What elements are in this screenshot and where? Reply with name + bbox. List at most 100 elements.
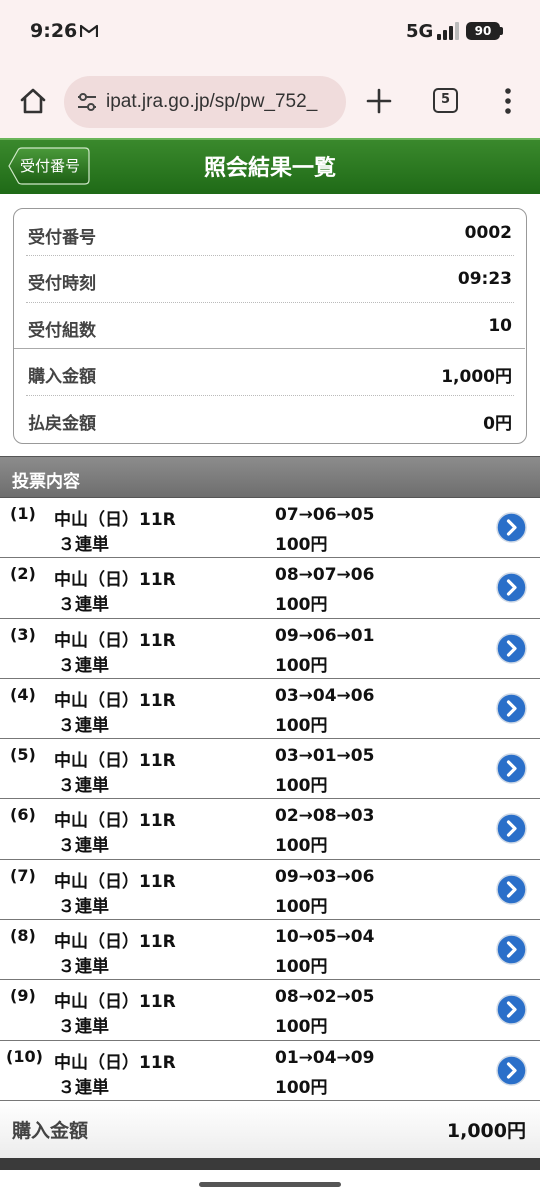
bet-race: 中山（日）11R <box>54 1052 176 1073</box>
bet-type: ３連単 <box>58 595 109 616</box>
bet-race: 中山（日）11R <box>54 570 176 591</box>
divider <box>26 255 514 256</box>
bet-combination: 10→05→04 <box>275 927 375 948</box>
divider <box>26 302 514 303</box>
bet-type: ３連単 <box>58 776 109 797</box>
bet-number: (9) <box>10 986 36 1006</box>
bet-race: 中山（日）11R <box>54 630 176 651</box>
bet-row[interactable]: (2) 中山（日）11R ３連単 08→07→06 100円 <box>0 558 540 619</box>
bet-race: 中山（日）11R <box>54 510 176 530</box>
divider <box>14 348 525 349</box>
chevron-right-icon[interactable] <box>496 994 527 1026</box>
bet-type: ３連単 <box>58 1077 109 1098</box>
bet-combination: 03→04→06 <box>275 685 375 706</box>
network-type: 5G <box>406 21 434 42</box>
chevron-right-icon[interactable] <box>496 934 527 965</box>
info-row-receipt-number: 受付番号 0002 <box>26 211 514 257</box>
bet-row[interactable]: (10) 中山（日）11R ３連単 01→04→09 100円 <box>0 1040 540 1101</box>
bet-combination: 08→02→05 <box>275 987 375 1008</box>
bet-row[interactable]: (8) 中山（日）11R ３連単 10→05→04 100円 <box>0 920 540 981</box>
bet-combination: 09→06→01 <box>275 625 375 646</box>
browser-toolbar: ipat.jra.go.jp/sp/pw_752_ 5 <box>0 64 540 138</box>
bet-race: 中山（日）11R <box>54 690 176 711</box>
section-title: 投票内容 <box>12 472 80 492</box>
more-vert-icon[interactable] <box>500 86 516 116</box>
page-title: 照会結果一覧 <box>203 156 336 181</box>
bet-type: ３連単 <box>58 896 109 917</box>
bet-race: 中山（日）11R <box>54 811 176 832</box>
info-value: 10 <box>488 316 512 336</box>
bet-combination: 08→07→06 <box>275 565 375 586</box>
chevron-right-icon[interactable] <box>496 632 527 664</box>
bet-row[interactable]: (3) 中山（日）11R ３連単 09→06→01 100円 <box>0 618 540 679</box>
chevron-right-icon[interactable] <box>496 813 527 845</box>
bet-type: ３連単 <box>58 655 109 676</box>
bet-amount: 100円 <box>275 957 328 978</box>
bet-type: ３連単 <box>58 1017 109 1038</box>
bottom-strip <box>0 1158 540 1170</box>
bet-type: ３連単 <box>58 836 109 857</box>
chevron-right-icon[interactable] <box>496 874 527 905</box>
info-value: 0円 <box>483 414 512 434</box>
info-value: 1,000円 <box>441 367 512 387</box>
bet-number: (7) <box>10 865 36 885</box>
bet-type: ３連単 <box>58 957 109 978</box>
bet-row[interactable]: (9) 中山（日）11R ３連単 08→02→05 100円 <box>0 980 540 1041</box>
bet-number: (5) <box>10 745 36 765</box>
bet-row[interactable]: (6) 中山（日）11R ３連単 02→08→03 100円 <box>0 799 540 860</box>
bet-number: (1) <box>10 504 36 523</box>
bet-type: ３連単 <box>58 535 109 555</box>
bet-row[interactable]: (7) 中山（日）11R ３連単 09→03→06 100円 <box>0 859 540 921</box>
info-label: 購入金額 <box>28 367 96 387</box>
info-label: 受付番号 <box>28 228 96 248</box>
bet-combination: 03→01→05 <box>275 746 375 767</box>
battery-icon: 90 <box>466 22 500 40</box>
status-time: 9:26 <box>30 20 78 42</box>
gmail-icon <box>80 24 98 37</box>
home-indicator[interactable] <box>199 1182 341 1187</box>
bet-combination: 02→08→03 <box>275 806 375 827</box>
bet-number: (4) <box>10 684 36 704</box>
info-label: 受付組数 <box>28 321 96 341</box>
chevron-right-icon[interactable] <box>496 572 527 604</box>
info-label: 受付時刻 <box>28 274 96 294</box>
bet-amount: 100円 <box>275 896 328 917</box>
chevron-right-icon[interactable] <box>496 512 527 543</box>
receipt-info-card: 受付番号 0002 受付時刻 09:23 受付組数 10 購入金額 1,000円… <box>13 208 527 444</box>
bet-combination: 01→04→09 <box>275 1047 375 1068</box>
status-bar: 9:26 5G 90 <box>0 0 540 64</box>
bet-number: (8) <box>10 926 36 946</box>
home-icon[interactable] <box>18 86 48 116</box>
signal-icon <box>437 22 459 40</box>
bet-number: (3) <box>10 624 36 644</box>
section-header: 投票内容 <box>0 456 540 498</box>
chevron-right-icon[interactable] <box>496 693 527 724</box>
tune-icon[interactable] <box>76 92 98 112</box>
info-label: 払戻金額 <box>28 414 96 434</box>
battery-tip <box>500 27 503 35</box>
tabs-icon[interactable]: 5 <box>433 88 458 113</box>
total-bar: 購入金額 1,000円 <box>0 1102 540 1158</box>
bet-amount: 100円 <box>275 776 328 797</box>
info-value: 0002 <box>464 223 512 243</box>
bet-race: 中山（日）11R <box>54 992 176 1013</box>
plus-icon[interactable] <box>366 88 392 114</box>
bet-amount: 100円 <box>275 836 328 857</box>
bet-number: (10) <box>6 1046 43 1066</box>
bet-row[interactable]: (5) 中山（日）11R ３連単 03→01→05 100円 <box>0 739 540 800</box>
total-label: 購入金額 <box>12 1120 89 1142</box>
bet-amount: 100円 <box>275 1017 328 1038</box>
bet-type: ３連単 <box>58 715 109 736</box>
info-row-set-count: 受付組数 10 <box>26 304 514 350</box>
chevron-right-icon[interactable] <box>496 753 527 784</box>
bet-amount: 100円 <box>275 715 328 736</box>
bet-amount: 100円 <box>275 595 328 616</box>
bet-race: 中山（日）11R <box>54 751 176 772</box>
chevron-right-icon[interactable] <box>496 1054 527 1086</box>
total-value: 1,000円 <box>446 1120 526 1142</box>
bet-row[interactable]: (4) 中山（日）11R ３連単 03→04→06 100円 <box>0 678 540 740</box>
address-bar[interactable]: ipat.jra.go.jp/sp/pw_752_ <box>64 76 346 128</box>
url-text: ipat.jra.go.jp/sp/pw_752_ <box>106 91 318 112</box>
bet-row[interactable]: (1) 中山（日）11R ３連単 07→06→05 100円 <box>0 498 540 559</box>
info-value: 09:23 <box>457 269 512 289</box>
